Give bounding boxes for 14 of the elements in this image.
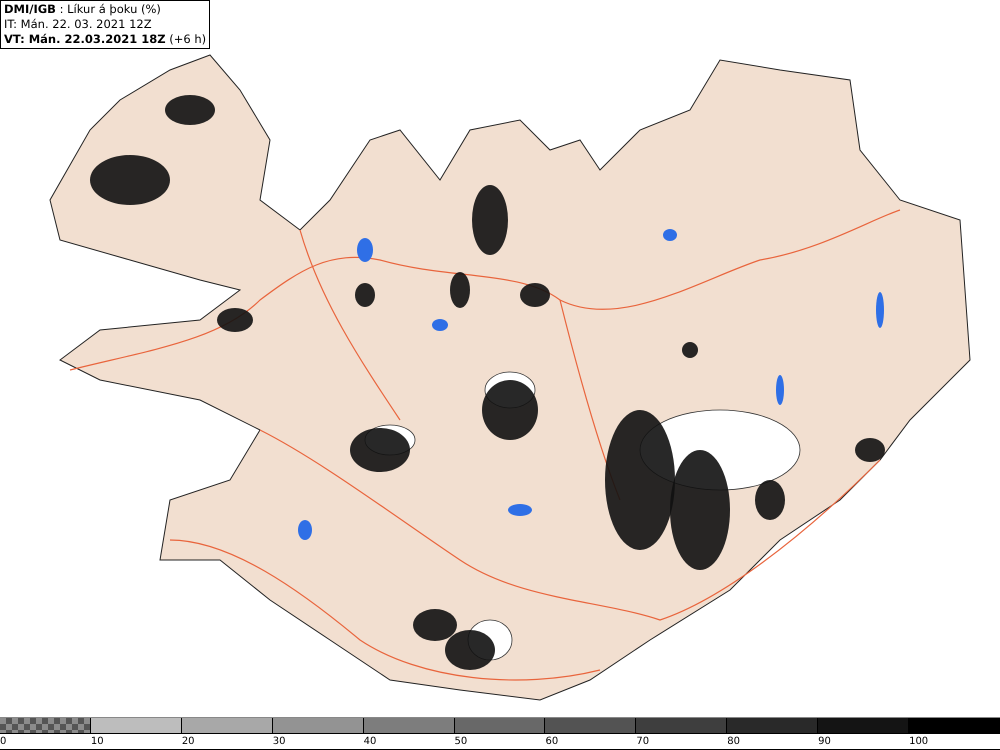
legend-label: 80 [727,735,740,749]
legend-label: 20 [182,735,195,749]
legend-label: 70 [636,735,650,749]
title-line: VT: Mán. 22.03.2021 18Z (+6 h) [4,32,206,47]
title-line: IT: Mán. 22. 03. 2021 12Z [4,17,153,32]
legend-label: 50 [454,735,468,749]
title-line: DMI/IGB : Líkur á þoku (%) [4,2,162,17]
legend-label: 40 [364,735,376,749]
legend-label: 10 [90,735,104,749]
legend-label: 100 [909,735,928,749]
legend-label: 90 [818,735,831,749]
legend-label: 0 [0,735,6,749]
legend-label: 30 [272,735,286,749]
legend-label: 60 [545,735,558,749]
